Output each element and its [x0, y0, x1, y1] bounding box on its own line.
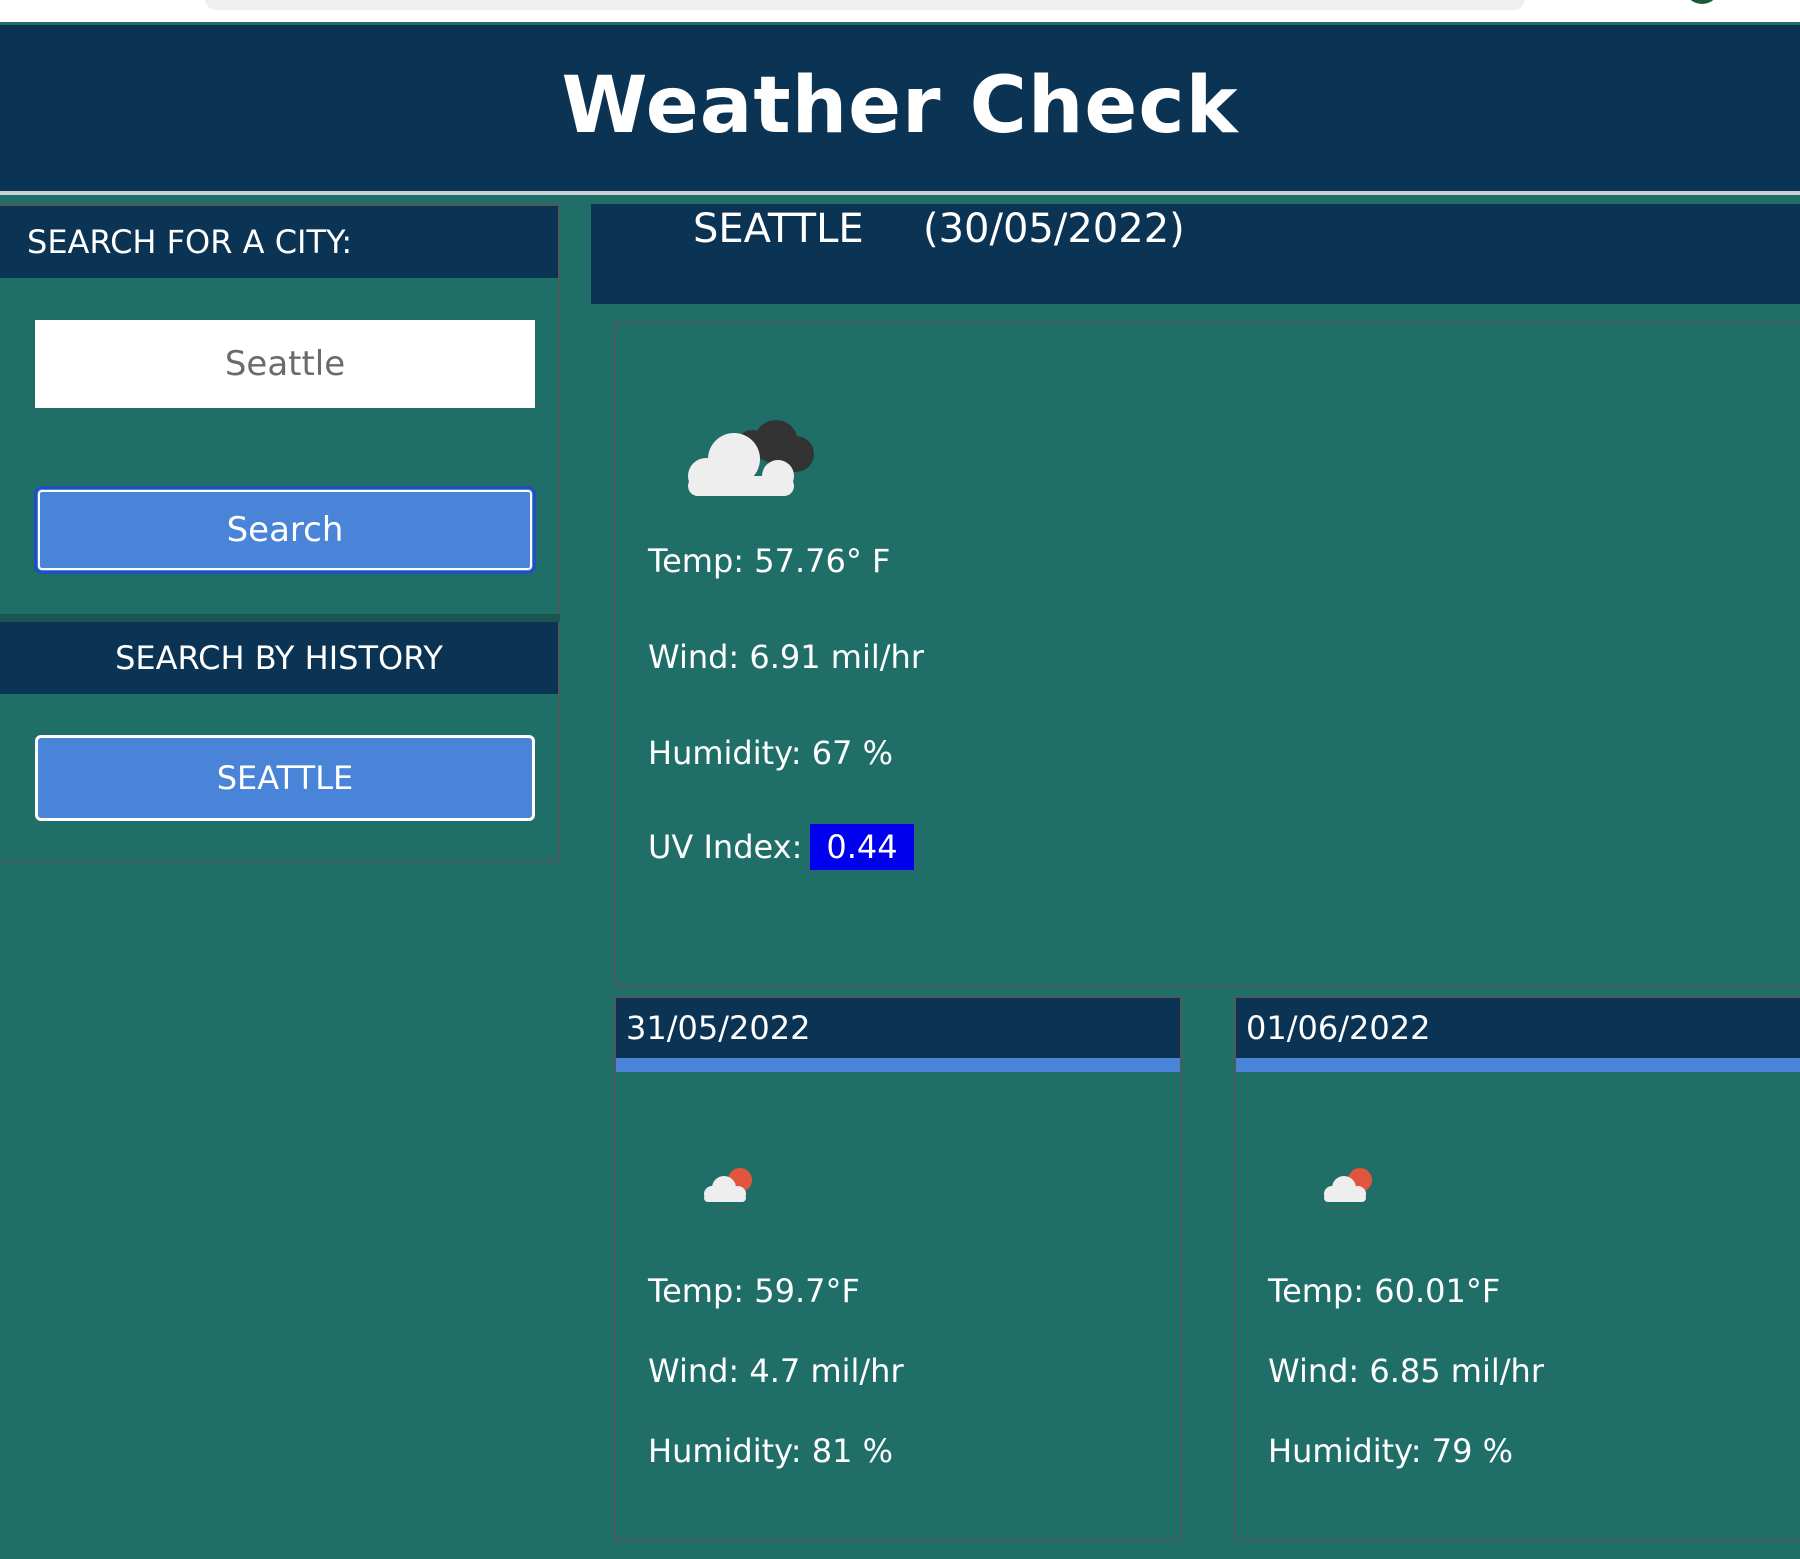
forecast-card: 01/06/2022 Temp: 60.01°F Wind: 6.85 mil/… — [1234, 996, 1800, 1541]
forecast-date: 31/05/2022 — [616, 998, 1180, 1058]
app-header: Weather Check — [0, 25, 1800, 195]
forecast-card: 31/05/2022 Temp: 59.7°F Wind: 4.7 mil/hr… — [614, 996, 1182, 1541]
browser-profile-icon[interactable] — [1684, 0, 1720, 4]
uv-index-row: UV Index: 0.44 — [648, 824, 914, 870]
forecast-date: 01/06/2022 — [1236, 998, 1800, 1058]
browser-top-strip — [0, 0, 1800, 22]
forecast-temp: Temp: 60.01°F — [1268, 1272, 1501, 1310]
current-humidity: Humidity: 67 % — [648, 734, 894, 772]
current-wind: Wind: 6.91 mil/hr — [648, 638, 924, 676]
history-heading: SEARCH BY HISTORY — [0, 622, 558, 694]
browser-address-bar[interactable] — [205, 0, 1525, 10]
search-button[interactable]: Search — [34, 486, 536, 574]
uv-index-label: UV Index: — [648, 828, 803, 866]
current-temp: Temp: 57.76° F — [648, 542, 891, 580]
forecast-humidity: Humidity: 79 % — [1268, 1432, 1514, 1470]
search-heading: SEARCH FOR A CITY: — [0, 206, 558, 278]
forecast-temp: Temp: 59.7°F — [648, 1272, 860, 1310]
current-date: (30/05/2022) — [923, 206, 1185, 252]
forecast-wind: Wind: 4.7 mil/hr — [648, 1352, 904, 1390]
search-sidebar: SEARCH FOR A CITY: Search SEARCH BY HIST… — [0, 204, 560, 862]
city-search-input[interactable] — [35, 320, 535, 408]
forecast-humidity: Humidity: 81 % — [648, 1432, 894, 1470]
uv-index-badge: 0.44 — [810, 824, 914, 870]
forecast-accent-bar — [1236, 1058, 1800, 1072]
forecast-wind: Wind: 6.85 mil/hr — [1268, 1352, 1544, 1390]
cloud-icon — [688, 420, 814, 496]
app-title: Weather Check — [561, 61, 1239, 151]
current-city-bar: SEATTLE (30/05/2022) — [591, 204, 1800, 304]
rain-icon — [1324, 1168, 1372, 1212]
sidebar-divider — [0, 614, 560, 622]
current-weather-panel: Temp: 57.76° F Wind: 6.91 mil/hr Humidit… — [614, 322, 1800, 987]
forecast-accent-bar — [616, 1058, 1180, 1072]
current-city-name: SEATTLE — [693, 206, 864, 252]
history-item-seattle[interactable]: SEATTLE — [35, 735, 535, 821]
rain-icon — [704, 1168, 752, 1212]
